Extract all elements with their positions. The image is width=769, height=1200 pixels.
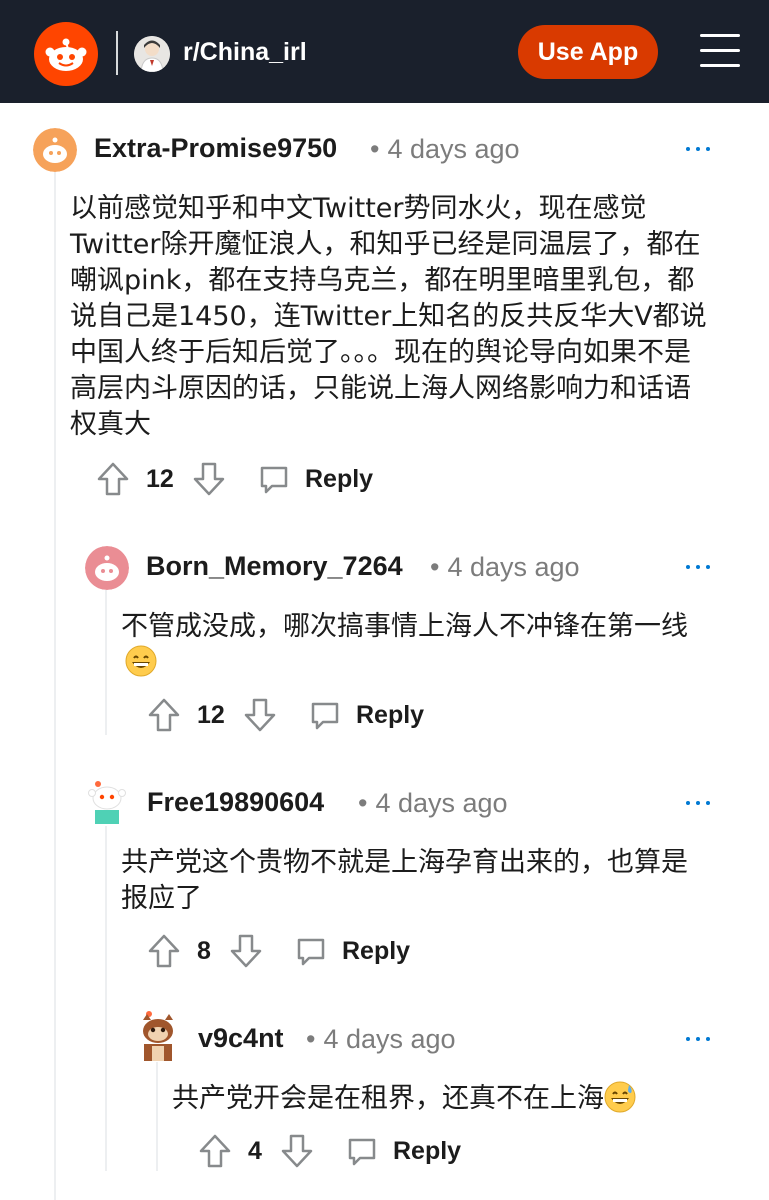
comment-body: 不管成没成，哪次搞事情上海人不冲锋在第一线 xyxy=(121,609,701,681)
comment-actions: 8 Reply xyxy=(147,933,447,973)
downvote-icon[interactable] xyxy=(243,697,277,733)
user-avatar[interactable] xyxy=(85,546,129,590)
reply-button[interactable]: Reply xyxy=(356,701,424,730)
comment-body: 共产党开会是在租界，还真不在上海 xyxy=(172,1081,732,1117)
vote-count: 12 xyxy=(197,701,225,729)
user-avatar[interactable] xyxy=(85,780,129,824)
comment-actions: 12 Reply xyxy=(96,461,396,501)
downvote-icon[interactable] xyxy=(229,933,263,969)
reply-button[interactable]: Reply xyxy=(305,465,373,494)
reply-icon[interactable] xyxy=(295,935,327,967)
upvote-icon[interactable] xyxy=(147,933,181,969)
comment-body: 共产党这个贵物不就是上海孕育出来的，也算是报应了 xyxy=(121,847,688,914)
reply-icon[interactable] xyxy=(309,699,341,731)
thread-line-level-1[interactable] xyxy=(54,172,56,1200)
comment-author[interactable]: Extra-Promise9750 xyxy=(94,133,337,164)
more-options-icon[interactable] xyxy=(686,1034,714,1044)
subreddit-avatar[interactable] xyxy=(134,36,170,72)
thread-line-level-3[interactable] xyxy=(156,1062,158,1171)
use-app-button[interactable]: Use App xyxy=(518,25,658,79)
thread-line-level-2a[interactable] xyxy=(105,590,107,735)
comment-timestamp: • 4 days ago xyxy=(306,1024,456,1054)
reddit-logo[interactable] xyxy=(34,22,98,86)
comment-author[interactable]: Born_Memory_7264 xyxy=(146,551,403,582)
more-options-icon[interactable] xyxy=(686,144,714,154)
vote-count: 4 xyxy=(248,1137,262,1165)
subreddit-name[interactable]: r/China_irl xyxy=(183,38,307,67)
comment-body: 以前感觉知乎和中文Twitter势同水火，现在感觉Twitter除开魔怔浪人，和… xyxy=(70,193,707,440)
downvote-icon[interactable] xyxy=(192,461,226,497)
thread-line-level-2b[interactable] xyxy=(105,826,107,1171)
reply-button[interactable]: Reply xyxy=(393,1137,461,1166)
user-avatar[interactable] xyxy=(33,128,77,172)
reply-icon[interactable] xyxy=(258,463,290,495)
comment-timestamp: • 4 days ago xyxy=(370,134,520,164)
vote-count: 8 xyxy=(197,937,211,965)
comment-author[interactable]: Free19890604 xyxy=(147,787,324,818)
reply-button[interactable]: Reply xyxy=(342,937,410,966)
comment-author[interactable]: v9c4nt xyxy=(198,1023,284,1054)
grinning-sweat-emoji xyxy=(604,1081,636,1113)
hamburger-menu-icon[interactable] xyxy=(700,34,740,68)
downvote-icon[interactable] xyxy=(280,1133,314,1169)
header-divider xyxy=(116,31,118,75)
reply-icon[interactable] xyxy=(346,1135,378,1167)
comment-actions: 12 Reply xyxy=(147,697,447,737)
more-options-icon[interactable] xyxy=(686,562,714,572)
upvote-icon[interactable] xyxy=(96,461,130,497)
comment-timestamp: • 4 days ago xyxy=(358,788,508,818)
upvote-icon[interactable] xyxy=(198,1133,232,1169)
more-options-icon[interactable] xyxy=(686,798,714,808)
vote-count: 12 xyxy=(146,465,174,493)
user-avatar[interactable] xyxy=(135,1010,181,1062)
top-bar: r/China_irl Use App xyxy=(0,0,769,103)
comment-actions: 4 Reply xyxy=(198,1133,498,1173)
comment-timestamp: • 4 days ago xyxy=(430,552,580,582)
upvote-icon[interactable] xyxy=(147,697,181,733)
grinning-face-emoji xyxy=(125,645,157,677)
